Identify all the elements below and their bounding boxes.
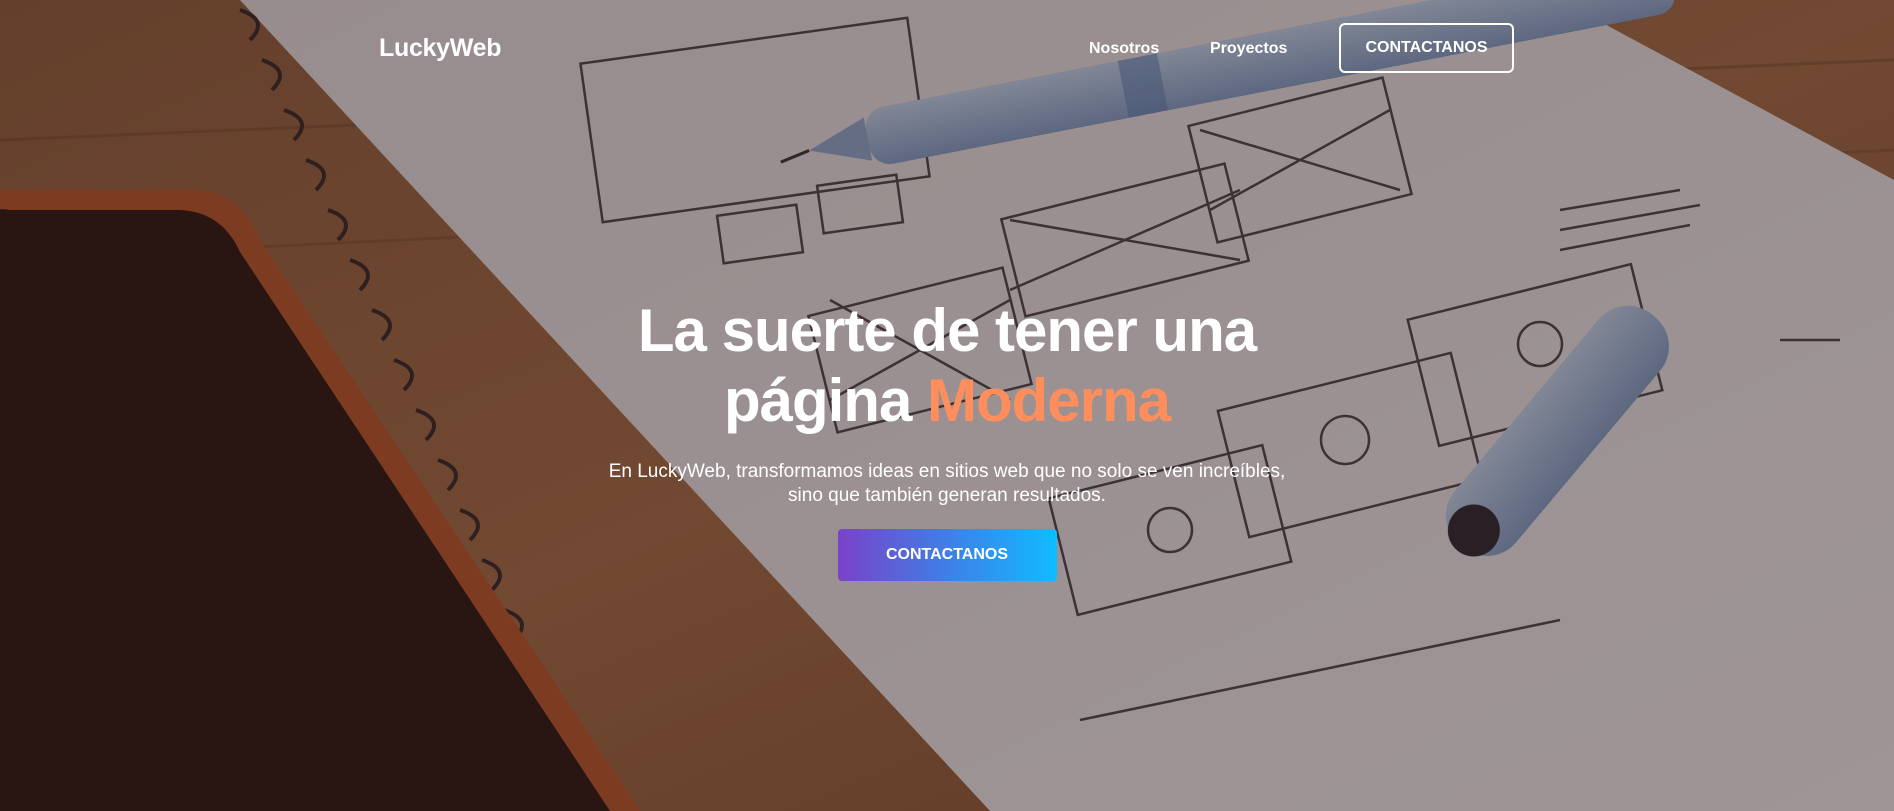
- hero-title: La suerte de tener una página Moderna: [547, 296, 1347, 436]
- hero-title-line2-prefix: página: [723, 367, 927, 434]
- hero-contact-button[interactable]: CONTACTANOS: [837, 529, 1057, 581]
- hero-content: La suerte de tener una página Moderna En…: [0, 296, 1894, 581]
- hero-subtitle: En LuckyWeb, transformamos ideas en siti…: [608, 461, 1286, 506]
- nav-link-proyectos[interactable]: Proyectos: [1210, 40, 1287, 58]
- hero-section: LuckyWeb Nosotros Proyectos CONTACTANOS …: [0, 0, 1894, 811]
- nav-contact-button[interactable]: CONTACTANOS: [1339, 23, 1514, 73]
- hero-title-accent: Moderna: [927, 367, 1171, 434]
- nav-link-nosotros[interactable]: Nosotros: [1089, 40, 1159, 58]
- logo[interactable]: LuckyWeb: [379, 34, 501, 63]
- navbar: LuckyWeb Nosotros Proyectos CONTACTANOS: [0, 0, 1894, 100]
- hero-title-line1: La suerte de tener una: [637, 297, 1257, 364]
